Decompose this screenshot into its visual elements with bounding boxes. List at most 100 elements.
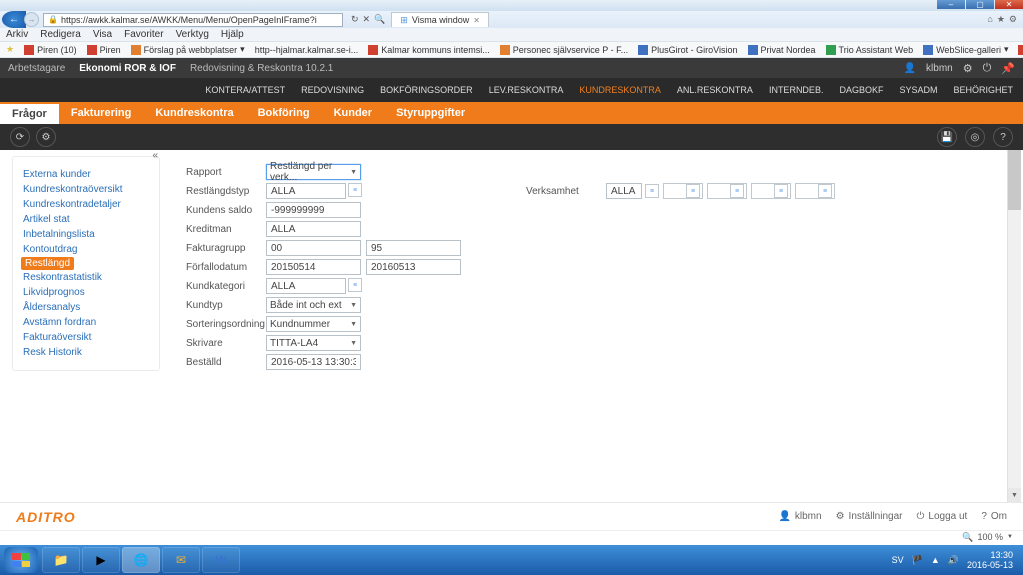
fav-kalmar[interactable]: Kalmar kommuns intemsi...: [368, 45, 490, 55]
scroll-down-icon[interactable]: ▼: [1008, 488, 1021, 502]
input-kundens-saldo[interactable]: [266, 202, 361, 218]
tool-refresh-icon[interactable]: ⟳: [10, 127, 30, 147]
fav-personec[interactable]: Personec självservice P - F...: [500, 45, 628, 55]
sidebar-item-kontoutdrag[interactable]: Kontoutdrag: [13, 242, 159, 257]
select-kundtyp[interactable]: Både int och ext▼: [266, 297, 361, 313]
tab-bokforing[interactable]: Bokföring: [246, 102, 322, 124]
sidebar-item-statistik[interactable]: Reskontrastatistik: [13, 270, 159, 285]
zoom-dropdown-icon[interactable]: ▼: [1007, 534, 1013, 540]
footer-user[interactable]: 👤 klbmn: [778, 511, 821, 522]
power-icon[interactable]: ⏻: [983, 62, 992, 75]
sidebar-item-detaljer[interactable]: Kundreskontradetaljer: [13, 197, 159, 212]
sidebar-item-restlangd[interactable]: Restlängd: [21, 257, 74, 270]
app-ekonomi[interactable]: Ekonomi ROR & IOF: [79, 63, 176, 74]
list-icon[interactable]: ≡: [818, 184, 832, 198]
fav-visma[interactable]: VISMA: [1018, 45, 1023, 55]
fav-hjalmar[interactable]: http--hjalmar.kalmar.se-i...: [255, 45, 359, 55]
nav-behorighet[interactable]: BEHÖRIGHET: [953, 85, 1013, 95]
list-icon[interactable]: ≡: [686, 184, 700, 198]
fav-webbplatser[interactable]: Förslag på webbplatser ▾: [131, 44, 245, 55]
collapse-sidebar-icon[interactable]: «: [152, 150, 158, 161]
nav-anlreskontra[interactable]: ANL.RESKONTRA: [677, 85, 753, 95]
list-icon[interactable]: ≡: [348, 183, 362, 197]
menu-redigera[interactable]: Redigera: [40, 29, 81, 40]
tab-kunder[interactable]: Kunder: [322, 102, 385, 124]
sidebar-item-alders[interactable]: Åldersanalys: [13, 300, 159, 315]
taskbar-word[interactable]: W: [202, 547, 240, 573]
nav-sysadm[interactable]: SYSADM: [899, 85, 937, 95]
tool-help-icon[interactable]: ?: [993, 127, 1013, 147]
input-verksamhet-4[interactable]: ≡: [751, 183, 791, 199]
select-sortering[interactable]: Kundnummer▼: [266, 316, 361, 332]
footer-logout[interactable]: ⏻ Logga ut: [916, 511, 967, 522]
taskbar-explorer[interactable]: 📁: [42, 547, 80, 573]
sidebar-item-externa[interactable]: Externa kunder: [13, 167, 159, 182]
taskbar-ie[interactable]: 🌐: [122, 547, 160, 573]
input-verksamhet-1[interactable]: [606, 183, 642, 199]
list-icon[interactable]: ≡: [348, 278, 362, 292]
list-icon[interactable]: ≡: [730, 184, 744, 198]
pin-icon[interactable]: 📌: [1001, 62, 1015, 75]
menu-hjalp[interactable]: Hjälp: [221, 29, 244, 40]
input-kundkategori[interactable]: [266, 278, 346, 294]
fav-trio[interactable]: Trio Assistant Web: [826, 45, 914, 55]
tray-flag-icon[interactable]: 🏴: [912, 555, 923, 566]
sidebar-item-fakturaov[interactable]: Fakturaöversikt: [13, 330, 159, 345]
fav-piren10[interactable]: Piren (10): [24, 45, 77, 55]
input-restlangdstyp[interactable]: [266, 183, 346, 199]
tab-close-icon[interactable]: ✕: [473, 16, 480, 25]
footer-settings[interactable]: ⚙ Inställningar: [836, 511, 903, 522]
nav-bokforingsorder[interactable]: BOKFÖRINGSORDER: [380, 85, 473, 95]
nav-redovisning[interactable]: REDOVISNING: [301, 85, 364, 95]
tray-up-icon[interactable]: ▲: [931, 555, 940, 565]
nav-kundreskontra[interactable]: KUNDRESKONTRA: [579, 85, 661, 95]
fav-plusgirot[interactable]: PlusGirot - GiroVision: [638, 45, 737, 55]
window-close[interactable]: ✕: [995, 0, 1023, 9]
menu-favoriter[interactable]: Favoriter: [124, 29, 163, 40]
input-verksamhet-5[interactable]: ≡: [795, 183, 835, 199]
back-button[interactable]: ←: [2, 11, 26, 28]
refresh-icon[interactable]: ↻: [351, 14, 359, 25]
footer-about[interactable]: ? Om: [981, 511, 1007, 522]
sidebar-item-artikel[interactable]: Artikel stat: [13, 212, 159, 227]
input-verksamhet-2[interactable]: ≡: [663, 183, 703, 199]
nav-interndeb[interactable]: INTERNDEB.: [769, 85, 824, 95]
stop-icon[interactable]: ✕: [363, 14, 371, 25]
scroll-thumb[interactable]: [1008, 150, 1021, 210]
tab-fragor[interactable]: Frågor: [0, 102, 59, 124]
input-kreditman[interactable]: [266, 221, 361, 237]
sidebar-item-likvid[interactable]: Likvidprognos: [13, 285, 159, 300]
menu-visa[interactable]: Visa: [93, 29, 112, 40]
input-fakturagrupp-to[interactable]: [366, 240, 461, 256]
tray-lang[interactable]: SV: [892, 555, 904, 565]
nav-kontera[interactable]: KONTERA/ATTEST: [205, 85, 285, 95]
taskbar-media[interactable]: ▶: [82, 547, 120, 573]
list-icon[interactable]: ≡: [774, 184, 788, 198]
app-arbetstagare[interactable]: Arbetstagare: [8, 63, 65, 74]
home-icon[interactable]: ⌂: [987, 14, 992, 25]
search-icon[interactable]: 🔍: [374, 14, 385, 25]
content-scrollbar[interactable]: ▼: [1007, 150, 1021, 502]
start-button[interactable]: [4, 547, 38, 573]
input-forfallodatum-to[interactable]: [366, 259, 461, 275]
forward-button[interactable]: →: [24, 12, 39, 27]
tab-styruppgifter[interactable]: Styruppgifter: [384, 102, 477, 124]
select-rapport[interactable]: Restlängd per verk...▼: [266, 164, 361, 180]
favorites-icon[interactable]: ★: [997, 14, 1005, 25]
sidebar-item-inbetalning[interactable]: Inbetalningslista: [13, 227, 159, 242]
list-icon[interactable]: ≡: [645, 184, 659, 198]
sidebar-item-reskhist[interactable]: Resk Historik: [13, 345, 159, 360]
tools-icon[interactable]: ⚙: [1009, 14, 1017, 25]
menu-verktyg[interactable]: Verktyg: [176, 29, 209, 40]
zoom-icon[interactable]: 🔍: [962, 532, 973, 543]
tray-volume-icon[interactable]: 🔊: [948, 555, 959, 566]
tab-kundreskontra[interactable]: Kundreskontra: [143, 102, 245, 124]
tool-save-icon[interactable]: 💾: [937, 127, 957, 147]
sidebar-item-avstamn[interactable]: Avstämn fordran: [13, 315, 159, 330]
fav-webslice[interactable]: WebSlice-galleri ▾: [923, 44, 1008, 55]
fav-add-icon[interactable]: ★: [6, 44, 14, 55]
tool-gear-icon[interactable]: ⚙: [36, 127, 56, 147]
input-forfallodatum-from[interactable]: [266, 259, 361, 275]
menu-arkiv[interactable]: Arkiv: [6, 29, 28, 40]
tab-fakturering[interactable]: Fakturering: [59, 102, 144, 124]
